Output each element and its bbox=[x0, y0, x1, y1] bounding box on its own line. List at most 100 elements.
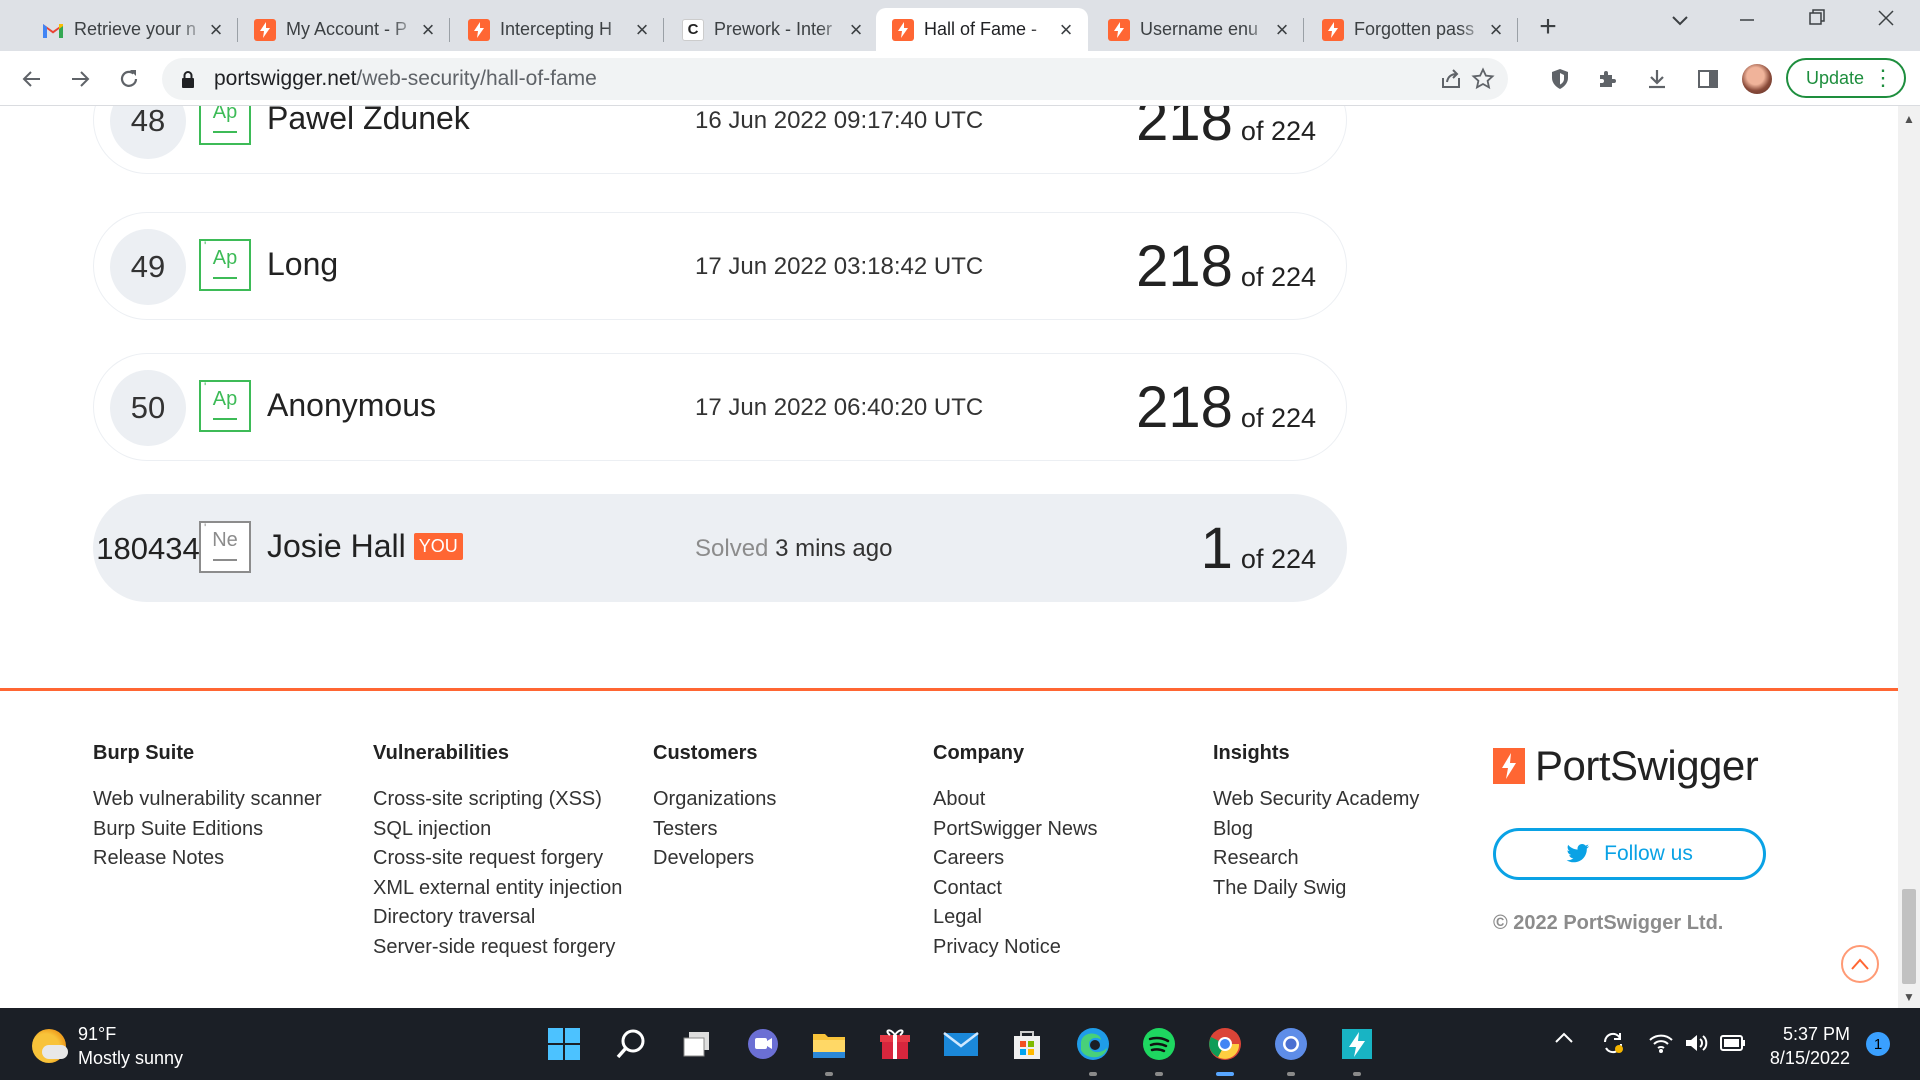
close-icon[interactable]: × bbox=[632, 18, 652, 40]
address-bar[interactable]: portswigger.net/web-security/hall-of-fam… bbox=[162, 58, 1508, 100]
browser-tab[interactable]: Username enu × bbox=[1092, 8, 1304, 51]
page-scrollbar[interactable]: ▲ ▼ bbox=[1898, 106, 1920, 1008]
chrome-profile-icon[interactable] bbox=[1268, 1021, 1314, 1076]
footer-link[interactable]: Release Notes bbox=[93, 844, 322, 874]
footer-link[interactable]: SQL injection bbox=[373, 815, 622, 845]
footer-link[interactable]: Server-side request forgery bbox=[373, 933, 622, 963]
footer-link[interactable]: Blog bbox=[1213, 815, 1419, 845]
gift-app-icon[interactable] bbox=[872, 1021, 918, 1067]
footer-link[interactable]: Legal bbox=[933, 903, 1098, 933]
minimize-button[interactable] bbox=[1727, 8, 1767, 38]
teams-chat-icon[interactable] bbox=[740, 1021, 786, 1067]
footer-link[interactable]: Research bbox=[1213, 844, 1419, 874]
battery-icon[interactable] bbox=[1720, 1034, 1746, 1058]
footer-link[interactable]: Careers bbox=[933, 844, 1098, 874]
start-icon[interactable] bbox=[541, 1021, 587, 1067]
task-view-icon[interactable] bbox=[674, 1021, 720, 1067]
c-icon: C bbox=[682, 18, 704, 41]
footer-link[interactable]: XML external entity injection bbox=[373, 874, 622, 904]
more-menu-icon[interactable]: ⋮ bbox=[1872, 66, 1894, 90]
update-button[interactable]: Update ⋮ bbox=[1786, 58, 1906, 98]
tab-search-icon[interactable] bbox=[1660, 10, 1700, 40]
score-value: 218 bbox=[1136, 375, 1233, 440]
browser-tab-active[interactable]: Hall of Fame - × bbox=[876, 8, 1088, 51]
close-icon[interactable]: × bbox=[206, 18, 226, 40]
footer-link[interactable]: The Daily Swig bbox=[1213, 874, 1419, 904]
burp-suite-icon[interactable] bbox=[1334, 1021, 1380, 1076]
download-icon[interactable] bbox=[1641, 63, 1673, 95]
score-total: of 224 bbox=[1240, 544, 1316, 574]
browser-tab[interactable]: C Prework - Inter × bbox=[666, 8, 878, 51]
footer-link[interactable]: Cross-site scripting (XSS) bbox=[373, 785, 622, 815]
close-icon[interactable]: × bbox=[1272, 18, 1292, 40]
mail-icon[interactable] bbox=[938, 1021, 984, 1067]
close-icon[interactable]: × bbox=[418, 18, 438, 40]
footer-link[interactable]: Directory traversal bbox=[373, 903, 622, 933]
new-tab-button[interactable]: + bbox=[1532, 12, 1564, 44]
chevron-up-icon bbox=[1851, 958, 1869, 970]
close-window-button[interactable] bbox=[1866, 8, 1906, 38]
footer-link[interactable]: Cross-site request forgery bbox=[373, 844, 622, 874]
spotify-icon[interactable] bbox=[1136, 1021, 1182, 1076]
sync-icon[interactable] bbox=[1600, 1030, 1626, 1062]
browser-tab[interactable]: Retrieve your n × bbox=[26, 8, 238, 51]
shield-extension-icon[interactable] bbox=[1544, 63, 1576, 95]
close-icon[interactable]: × bbox=[846, 18, 866, 40]
share-icon[interactable] bbox=[1436, 64, 1466, 94]
footer-link[interactable]: Developers bbox=[653, 844, 776, 874]
forward-icon[interactable] bbox=[64, 63, 96, 95]
edge-browser-icon[interactable] bbox=[1070, 1021, 1116, 1076]
footer-link[interactable]: PortSwigger News bbox=[933, 815, 1098, 845]
tab-title: My Account - P bbox=[286, 19, 408, 39]
footer-heading: Burp Suite bbox=[93, 742, 195, 764]
restore-button[interactable] bbox=[1797, 8, 1837, 38]
back-icon[interactable] bbox=[16, 63, 48, 95]
browser-tab[interactable]: Intercepting H × bbox=[452, 8, 664, 51]
scrollbar-thumb[interactable] bbox=[1902, 889, 1916, 984]
profile-avatar[interactable] bbox=[1742, 64, 1772, 94]
search-icon[interactable] bbox=[608, 1021, 654, 1067]
wifi-icon[interactable] bbox=[1648, 1032, 1674, 1060]
chrome-icon[interactable] bbox=[1202, 1021, 1248, 1076]
notification-badge[interactable]: 1 bbox=[1866, 1032, 1890, 1056]
footer-link[interactable]: Testers bbox=[653, 815, 776, 845]
footer-link[interactable]: Contact bbox=[933, 874, 1098, 904]
file-explorer-icon[interactable] bbox=[806, 1021, 852, 1076]
portswigger-logo[interactable]: PortSwigger bbox=[1493, 742, 1759, 790]
player-name-text: Josie Hall bbox=[267, 528, 406, 564]
rank-number: 48 bbox=[110, 106, 186, 159]
tab-title: Forgotten pass bbox=[1354, 19, 1475, 39]
chevron-up-icon[interactable] bbox=[1554, 1028, 1574, 1051]
reload-icon[interactable] bbox=[113, 63, 145, 95]
close-icon[interactable]: × bbox=[1486, 18, 1506, 40]
bookmark-star-icon[interactable] bbox=[1468, 64, 1498, 94]
weather-desc: Mostly sunny bbox=[78, 1048, 184, 1068]
browser-tab[interactable]: My Account - P × bbox=[238, 8, 450, 51]
page-viewport: 48 Ap Pawel Zdunek 16 Jun 2022 09:17:40 … bbox=[0, 106, 1898, 1008]
rank-number: 50 bbox=[110, 370, 186, 446]
side-panel-icon[interactable] bbox=[1692, 63, 1724, 95]
footer-link[interactable]: Burp Suite Editions bbox=[93, 815, 322, 845]
leaderboard-row: 50 Ap Anonymous 17 Jun 2022 06:40:20 UTC… bbox=[93, 353, 1347, 461]
footer-link[interactable]: Privacy Notice bbox=[933, 933, 1098, 963]
score: 1 of 224 bbox=[1201, 511, 1316, 587]
footer-link[interactable]: Organizations bbox=[653, 785, 776, 815]
footer-link[interactable]: About bbox=[933, 785, 1098, 815]
completion-date: 16 Jun 2022 09:17:40 UTC bbox=[695, 107, 984, 134]
microsoft-store-icon[interactable] bbox=[1004, 1021, 1050, 1067]
system-clock[interactable]: 5:37 PM 8/15/2022 bbox=[1762, 1022, 1850, 1070]
scroll-up-arrow-icon[interactable]: ▲ bbox=[1898, 112, 1920, 126]
browser-tab[interactable]: Forgotten pass × bbox=[1306, 8, 1518, 51]
footer-link[interactable]: Web Security Academy bbox=[1213, 785, 1419, 815]
footer-link[interactable]: Web vulnerability scanner bbox=[93, 785, 322, 815]
follow-us-button[interactable]: Follow us bbox=[1493, 828, 1766, 880]
weather-widget[interactable]: 91°F Mostly sunny bbox=[32, 1022, 183, 1070]
extensions-puzzle-icon[interactable] bbox=[1592, 63, 1624, 95]
scroll-down-arrow-icon[interactable]: ▼ bbox=[1898, 990, 1920, 1004]
close-icon[interactable]: × bbox=[1056, 18, 1076, 40]
back-to-top-button[interactable] bbox=[1841, 945, 1879, 983]
tab-title: Username enu bbox=[1140, 19, 1259, 39]
score-total: of 224 bbox=[1240, 403, 1316, 433]
volume-icon[interactable] bbox=[1684, 1032, 1710, 1060]
clock-date: 8/15/2022 bbox=[1769, 1048, 1850, 1068]
